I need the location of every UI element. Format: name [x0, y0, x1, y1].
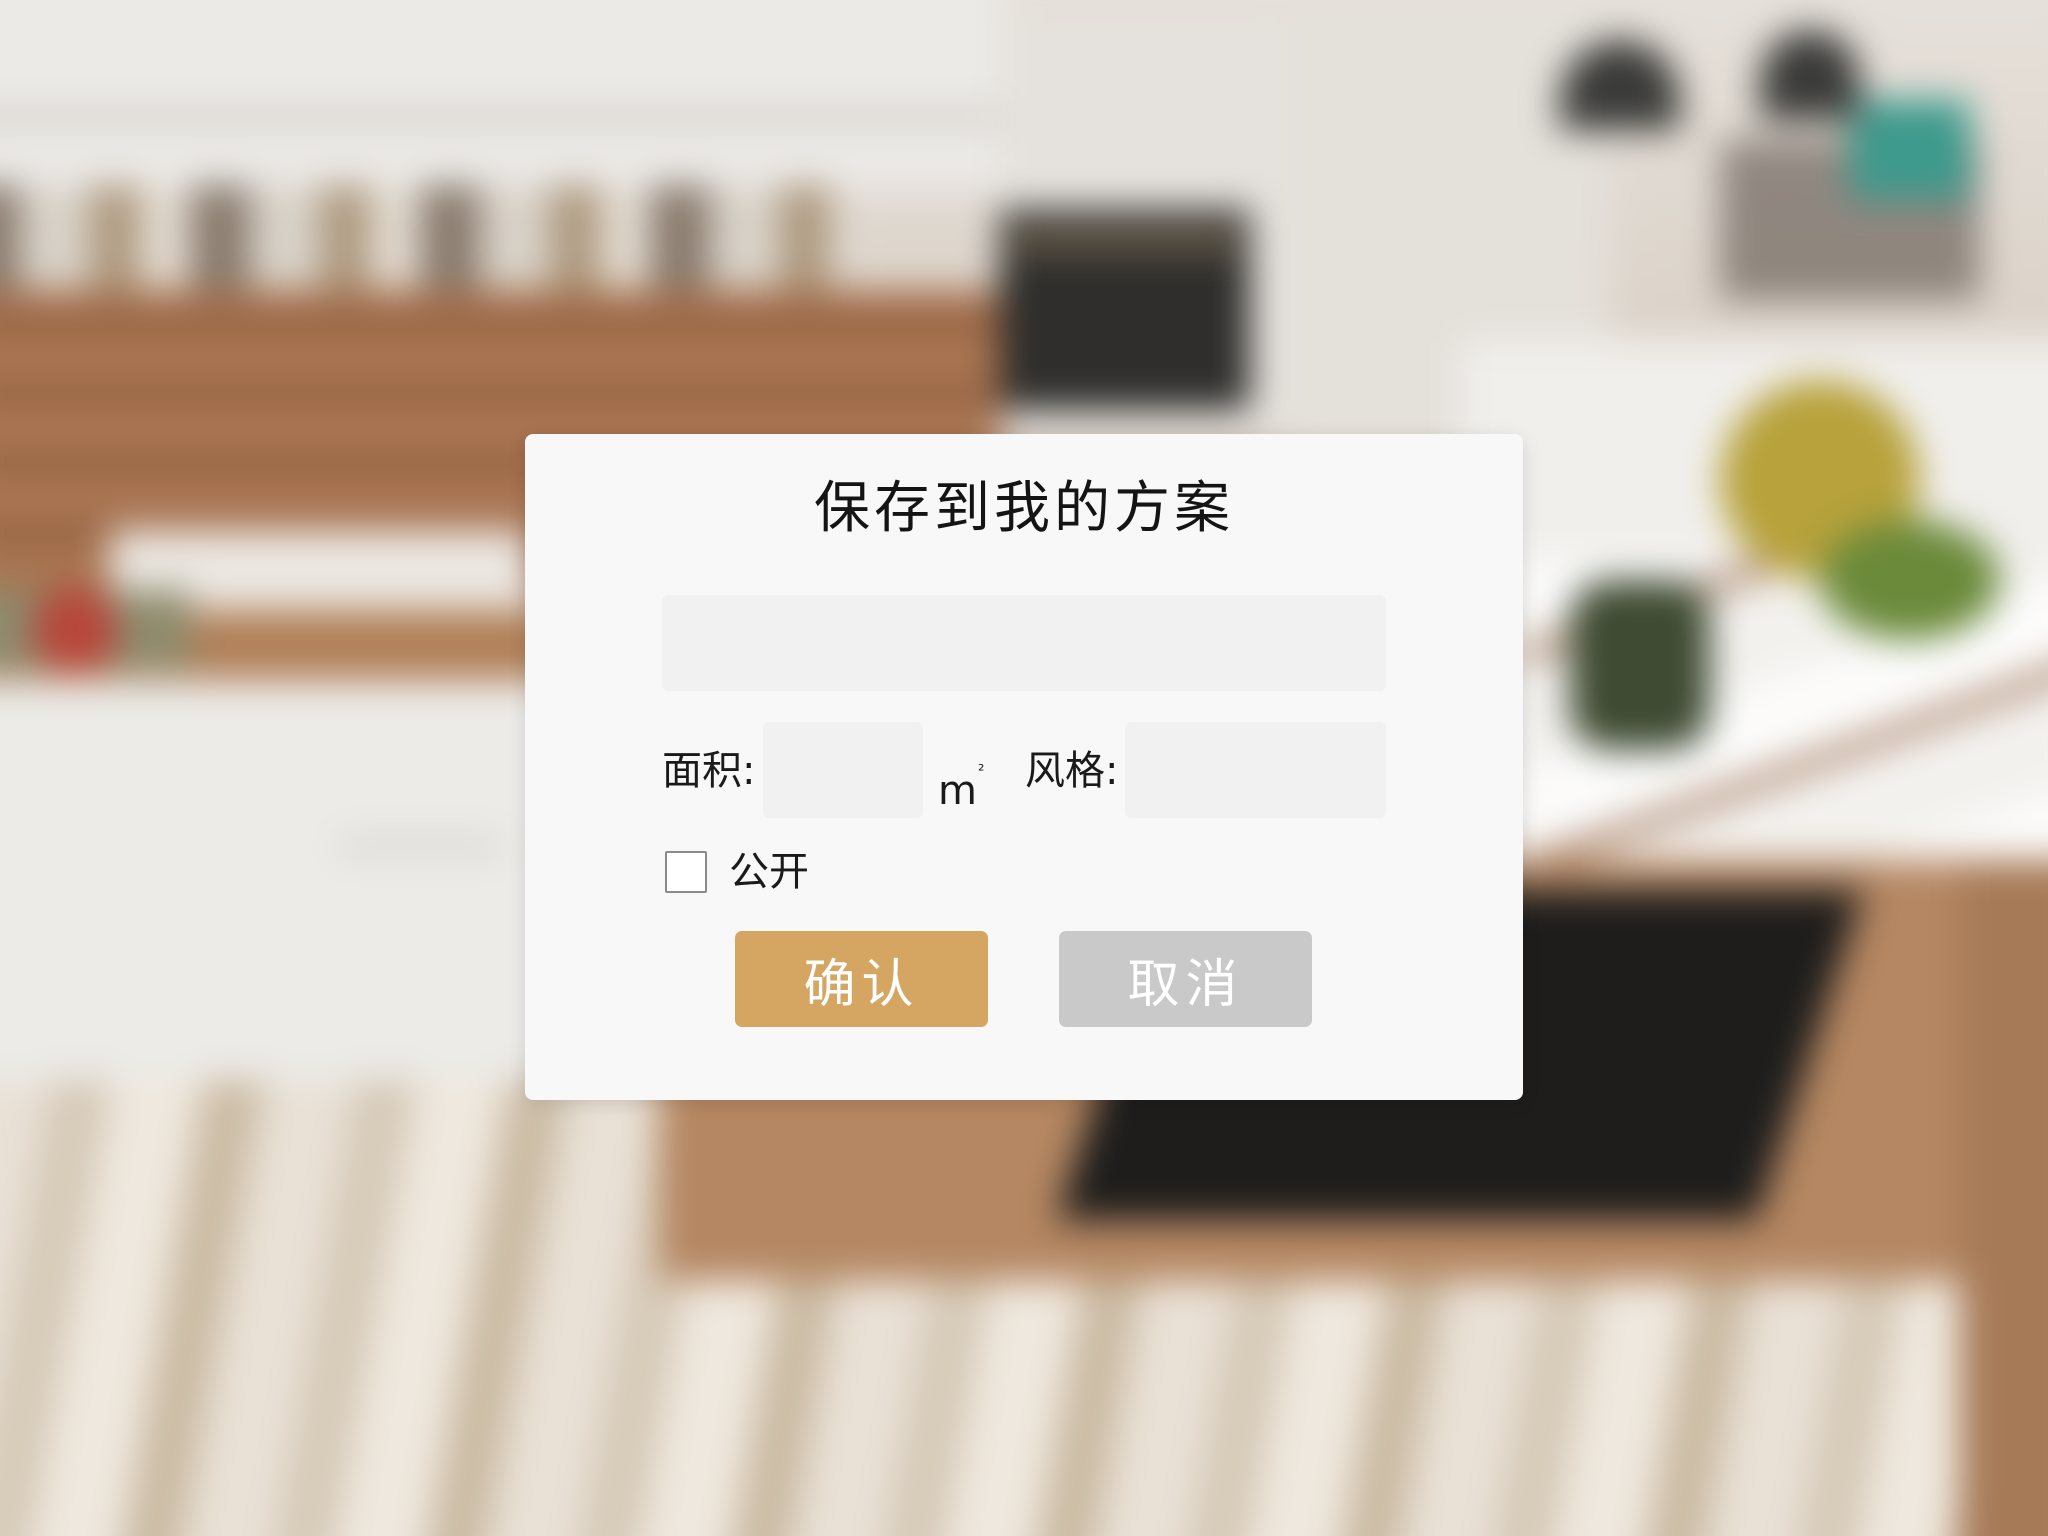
style-label: 风格: — [1025, 748, 1119, 794]
area-unit-label: m² — [938, 746, 984, 816]
cancel-button[interactable]: 取消 — [1059, 931, 1312, 1027]
area-input[interactable] — [763, 722, 923, 818]
public-label: 公开 — [729, 849, 809, 895]
public-checkbox[interactable] — [665, 851, 707, 893]
save-plan-dialog: 保存到我的方案 面积: m² 风格: 公开 确认 取消 — [525, 434, 1523, 1100]
area-unit-superscript: ² — [977, 761, 985, 780]
area-label: 面积: — [662, 748, 756, 794]
style-input[interactable] — [1125, 722, 1386, 818]
plan-name-input[interactable] — [662, 595, 1386, 691]
area-unit: m — [938, 768, 977, 814]
confirm-button[interactable]: 确认 — [735, 931, 988, 1027]
dialog-title: 保存到我的方案 — [814, 476, 1234, 541]
